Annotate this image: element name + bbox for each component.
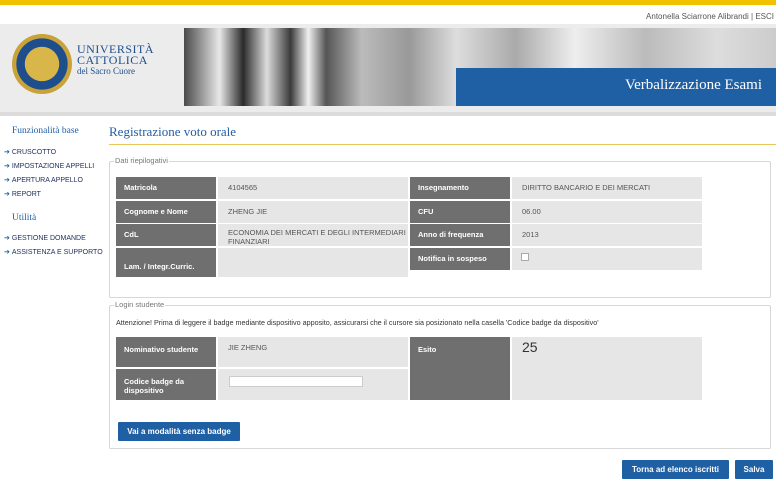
sidebar-item-label: GESTIONE DOMANDE	[11, 235, 86, 242]
arrow-right-icon: ➔	[4, 149, 10, 156]
esito-label: Esito	[410, 337, 510, 400]
sidebar-item-assistenza[interactable]: ➔ ASSISTENZA E SUPPORTO	[4, 248, 103, 256]
nome-label: Cognome e Nome	[116, 201, 216, 223]
badge-code-input[interactable]	[229, 376, 363, 387]
sidebar-item-report[interactable]: ➔ REPORT	[4, 190, 41, 198]
matricola-label: Matricola	[116, 177, 216, 199]
sidebar-section-base: Funzionalità base	[12, 126, 79, 136]
arrow-right-icon: ➔	[4, 235, 10, 242]
no-badge-mode-button[interactable]: Vai a modalità senza badge	[118, 422, 240, 441]
insegnamento-value: DIRITTO BANCARIO E DEI MERCATI	[512, 177, 702, 199]
save-button[interactable]: Salva	[735, 460, 773, 479]
notifica-checkbox[interactable]	[521, 253, 529, 261]
sidebar-item-cruscotto[interactable]: ➔ CRUSCOTTO	[4, 148, 56, 156]
sidebar-item-label: IMPOSTAZIONE APPELLI	[11, 163, 95, 170]
app-title: Verbalizzazione Esami	[456, 68, 776, 106]
cfu-label: CFU	[410, 201, 510, 223]
logo-line-2: CATTOLICA	[77, 53, 148, 67]
lam-label: Lam. / Integr.Curric.	[116, 248, 216, 277]
nominativo-label: Nominativo studente	[116, 337, 216, 367]
back-to-enrolled-button[interactable]: Torna ad elenco iscritti	[622, 460, 729, 479]
sidebar-item-gestione-domande[interactable]: ➔ GESTIONE DOMANDE	[4, 234, 86, 242]
user-separator: |	[751, 12, 754, 21]
cfu-value: 06.00	[512, 201, 702, 223]
user-bar: Antonella Sciarrone Alibrandi | ESCI	[646, 12, 774, 21]
anno-value: 2013	[512, 224, 702, 246]
nome-value: ZHENG JIE	[218, 201, 408, 223]
logout-link[interactable]: ESCI	[755, 12, 774, 21]
page-title: Registrazione voto orale	[109, 124, 237, 139]
header-divider	[0, 112, 776, 116]
sidebar-section-utilita: Utilità	[12, 213, 37, 223]
anno-label: Anno di frequenza	[410, 224, 510, 246]
arrow-right-icon: ➔	[4, 177, 10, 184]
lam-value	[218, 248, 408, 277]
sidebar-item-label: ASSISTENZA E SUPPORTO	[11, 249, 103, 256]
matricola-value: 4104565	[218, 177, 408, 199]
notifica-label: Notifica in sospeso	[410, 248, 510, 270]
nominativo-value: JIE ZHENG	[218, 337, 408, 367]
arrow-right-icon: ➔	[4, 163, 10, 170]
arrow-right-icon: ➔	[4, 191, 10, 198]
sidebar-item-label: REPORT	[11, 191, 41, 198]
university-logo[interactable]: UNIVERSITÀ CATTOLICA del Sacro Cuore	[77, 43, 154, 77]
badge-label: Codice badge da dispositivo	[116, 369, 216, 400]
summary-legend: Dati riepilogativi	[114, 156, 169, 165]
sidebar-item-label: APERTURA APPELLO	[11, 177, 83, 184]
cdl-label: CdL	[116, 224, 216, 246]
cdl-value: ECONOMIA DEI MERCATI E DEGLI INTERMEDIAR…	[218, 224, 408, 246]
insegnamento-label: Insegnamento	[410, 177, 510, 199]
esito-value: 25	[512, 337, 702, 400]
sidebar-item-impostazione-appelli[interactable]: ➔ IMPOSTAZIONE APPELLI	[4, 162, 94, 170]
top-accent-bar	[0, 0, 776, 5]
sidebar-item-label: CRUSCOTTO	[11, 149, 57, 156]
user-name: Antonella Sciarrone Alibrandi	[646, 12, 749, 21]
logo-line-3: del Sacro Cuore	[77, 66, 135, 76]
title-divider	[109, 144, 776, 145]
login-legend: Login studente	[114, 300, 166, 309]
notifica-value	[512, 248, 702, 270]
sidebar-item-apertura-appello[interactable]: ➔ APERTURA APPELLO	[4, 176, 83, 184]
arrow-right-icon: ➔	[4, 249, 10, 256]
university-seal-icon[interactable]	[12, 34, 72, 94]
badge-notice: Attenzione! Prima di leggere il badge me…	[116, 318, 599, 327]
